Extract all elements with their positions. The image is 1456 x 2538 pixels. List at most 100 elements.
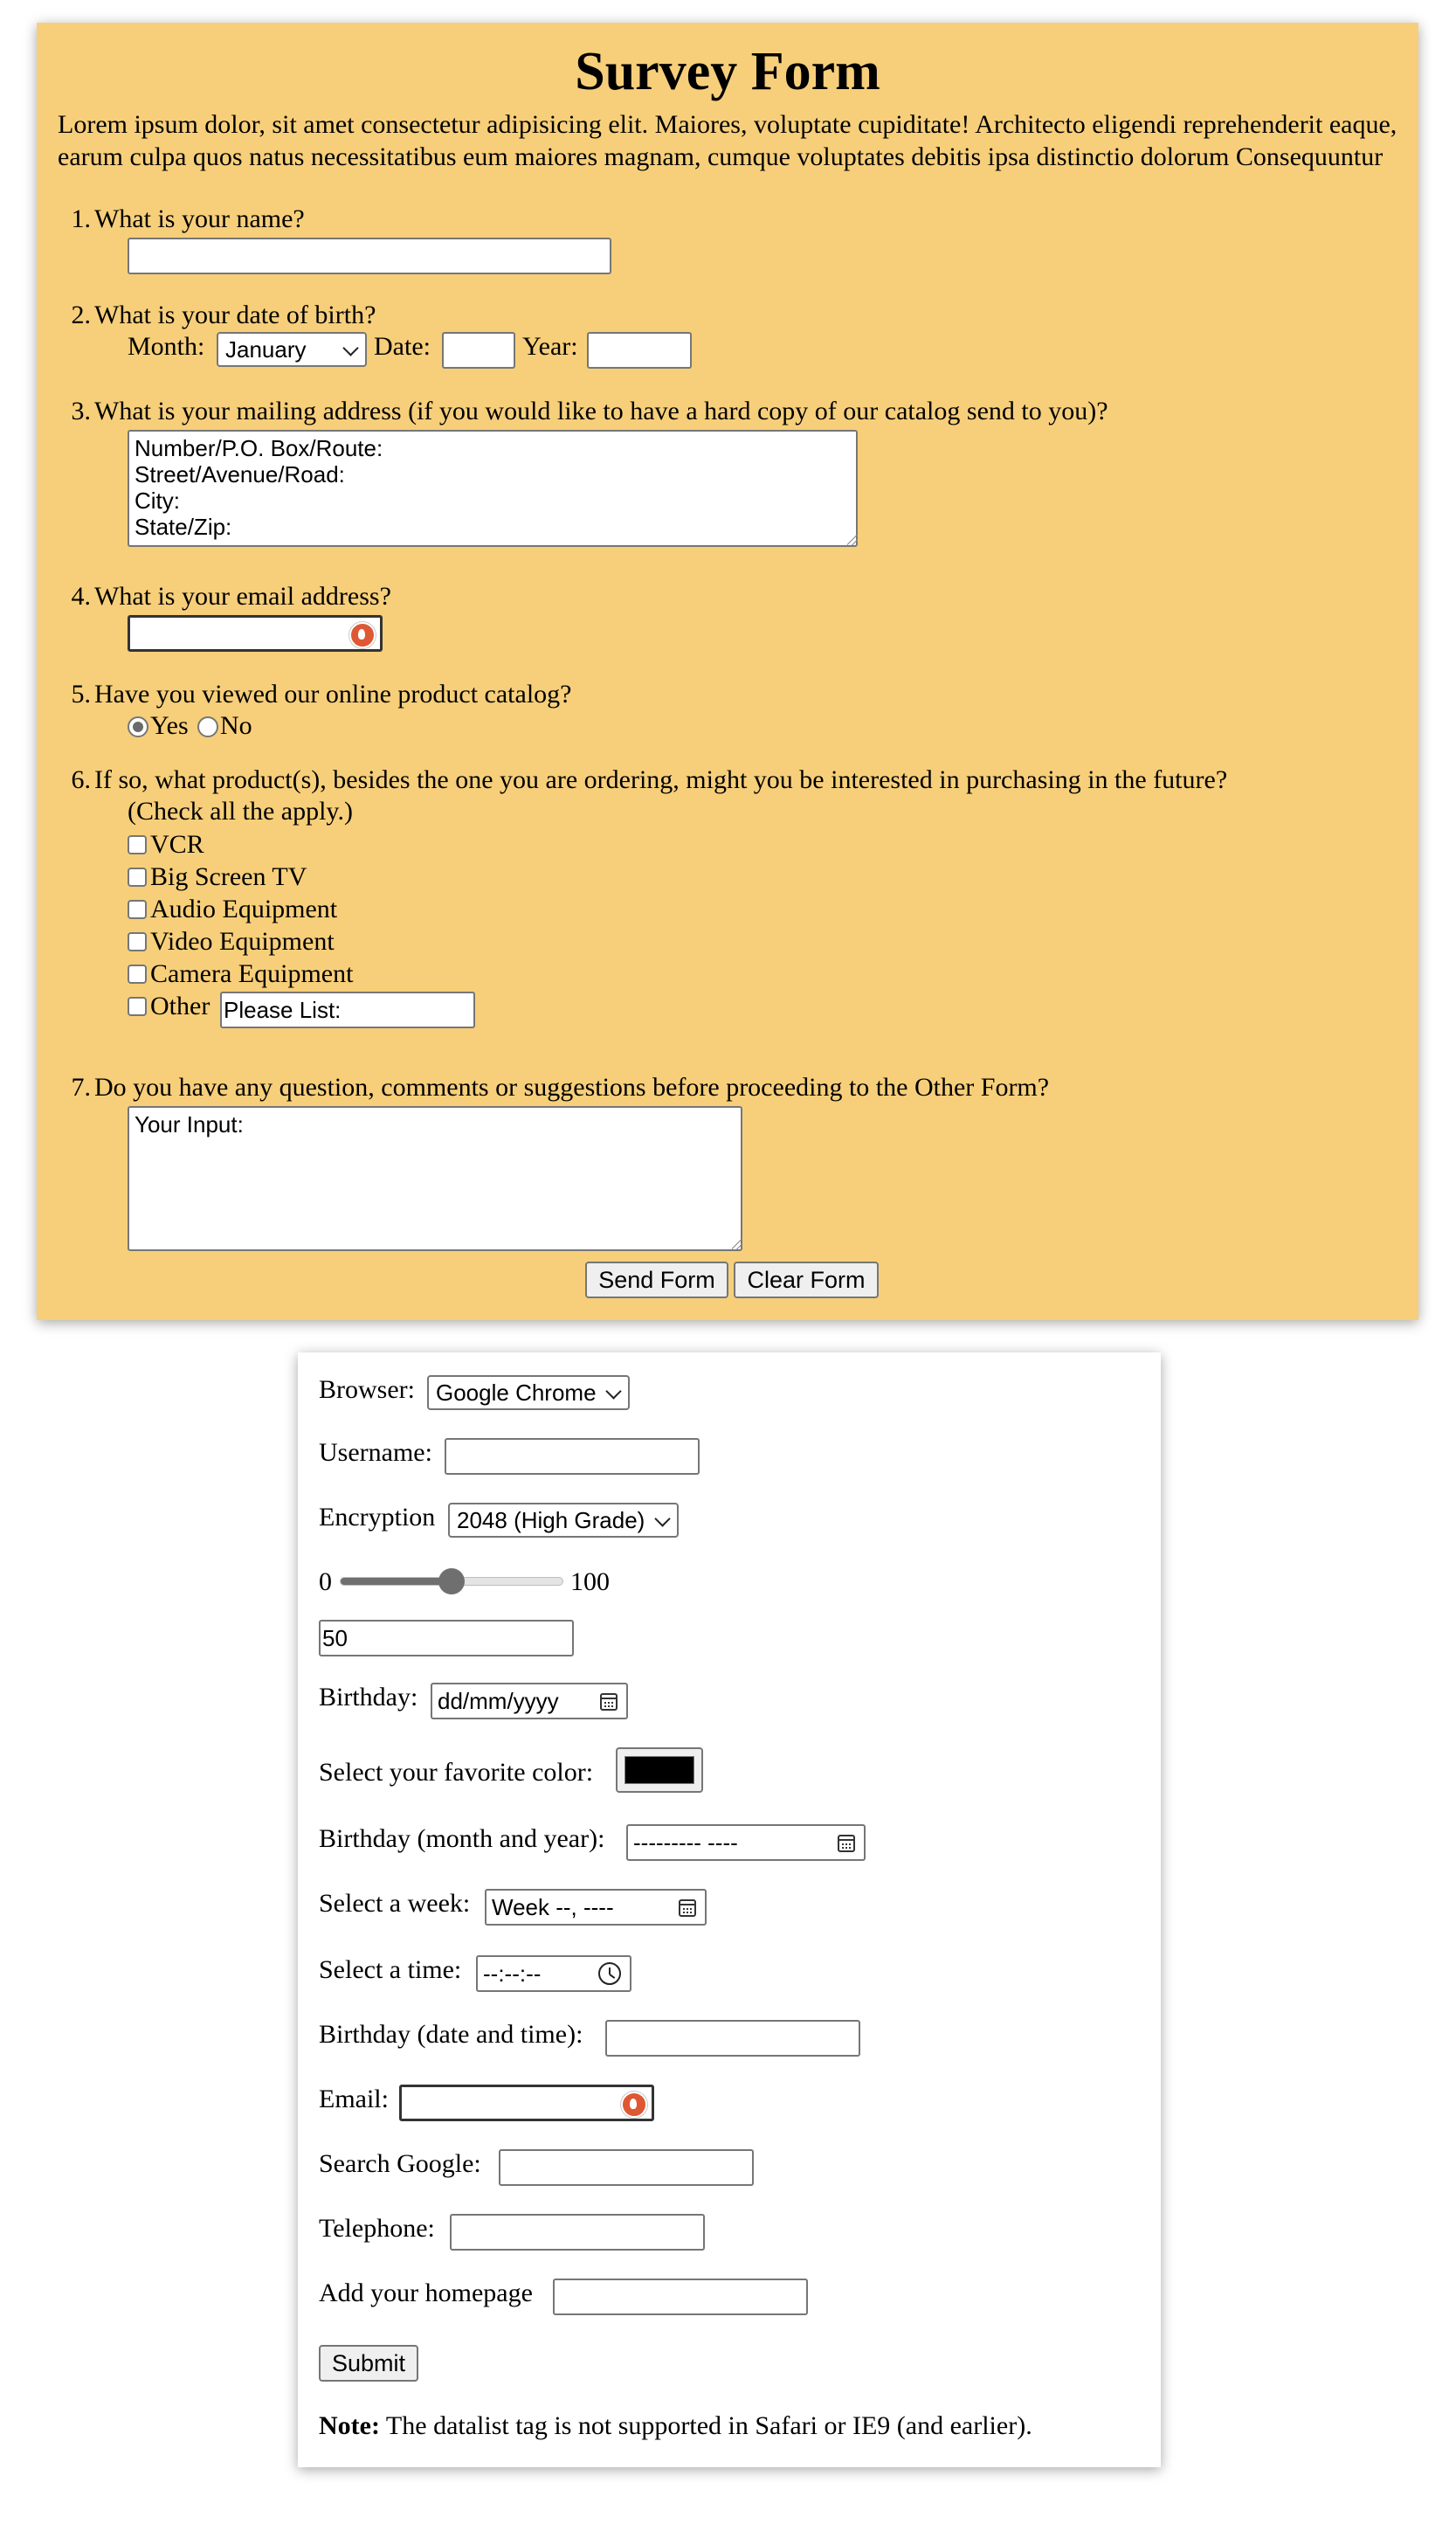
encryption-select-value: 2048 (High Grade) [457,1507,645,1533]
birthday-date-input[interactable]: dd/mm/yyyy [431,1683,628,1719]
homepage-label: Add your homepage [319,2279,533,2307]
intro-paragraph: Lorem ipsum dolor, sit amet consectetur … [58,110,1397,171]
submit-button[interactable]: Submit [319,2345,418,2382]
month-year-placeholder: --------- ---- [633,1829,738,1856]
chevron-down-icon [654,1511,671,1527]
checkbox-other-label: Other [150,992,210,1020]
datetime-label: Birthday (date and time): [319,2020,583,2049]
email-input[interactable] [399,2085,654,2121]
survey-form: Survey Form Lorem ipsum dolor, sit amet … [37,23,1418,1320]
checkbox-camera-equipment-label: Camera Equipment [150,959,354,988]
slider-thumb[interactable] [438,1568,465,1594]
time-label: Select a time: [319,1955,462,1984]
name-input[interactable] [128,238,611,274]
clock-icon[interactable] [598,1962,621,1985]
calendar-icon[interactable] [679,1899,696,1917]
time-input[interactable]: --:--:-- [476,1955,631,1992]
question-6-hint: (Check all the apply.) [128,797,353,826]
week-label: Select a week: [319,1889,471,1918]
question-4-number: 4. [71,582,92,611]
question-2-number: 2. [71,301,92,329]
checkbox-video-equipment[interactable] [128,932,147,951]
question-5-text: Have you viewed our online product catal… [94,680,572,709]
question-4: 4. What is your email address? [72,580,391,612]
month-year-label: Birthday (month and year): [319,1824,605,1853]
encryption-select[interactable]: 2048 (High Grade) [448,1503,679,1538]
duckduckgo-icon[interactable] [349,622,376,648]
color-picker[interactable] [616,1747,703,1793]
chevron-down-icon [605,1383,622,1400]
username-input[interactable] [445,1438,700,1475]
question-7-text: Do you have any question, comments or su… [94,1073,1050,1102]
checkbox-big-screen-tv[interactable] [128,868,147,887]
catalog-yes-radio[interactable] [128,716,148,737]
datalist-note: Note: The datalist tag is not supported … [319,2410,1032,2442]
calendar-icon[interactable] [838,1835,855,1852]
mailing-address-textarea[interactable]: Number/P.O. Box/Route: Street/Avenue/Roa… [128,430,858,547]
browser-select-value: Google Chrome [436,1380,597,1406]
year-input[interactable] [587,332,692,369]
week-input[interactable]: Week --, ---- [485,1889,707,1926]
note-text: The datalist tag is not supported in Saf… [379,2411,1032,2440]
question-7: 7. Do you have any question, comments or… [72,1071,1050,1103]
checkbox-camera-equipment[interactable] [128,965,147,984]
question-6-text: If so, what product(s), besides the one … [94,765,1228,794]
html5-inputs-form: Browser: Google Chrome Username: Encrypt… [298,1352,1161,2467]
color-label: Select your favorite color: [319,1758,594,1787]
calendar-icon[interactable] [600,1693,618,1711]
year-label: Year: [522,332,578,361]
checkbox-vcr-label: VCR [150,830,204,859]
question-6-number: 6. [71,765,92,794]
resize-grip-icon[interactable] [847,535,858,545]
datetime-input[interactable] [605,2020,860,2057]
chevron-down-icon [342,340,359,356]
question-7-number: 7. [71,1073,92,1102]
email-label: Email: [319,2085,389,2113]
catalog-no-label: No [220,711,252,740]
birthday-placeholder: dd/mm/yyyy [438,1688,559,1714]
homepage-input[interactable] [553,2279,808,2315]
time-placeholder: --:--:-- [483,1961,542,1987]
resize-grip-icon[interactable] [732,1239,742,1249]
birthday-label: Birthday: [319,1683,418,1712]
question-2-text: What is your date of birth? [94,301,376,329]
question-3-number: 3. [71,397,92,425]
search-label: Search Google: [319,2149,481,2178]
checkbox-big-screen-tv-label: Big Screen TV [150,862,307,891]
range-output-input[interactable] [319,1620,574,1656]
telephone-input[interactable] [450,2214,705,2251]
checkbox-audio-equipment[interactable] [128,900,147,919]
month-select-value: January [225,336,307,363]
telephone-label: Telephone: [319,2214,435,2243]
month-year-input[interactable]: --------- ---- [626,1824,866,1861]
slider-fill [341,1578,452,1585]
email-field[interactable] [128,615,383,652]
color-swatch [624,1756,694,1784]
checkbox-other[interactable] [128,997,147,1016]
question-1: 1. What is your name? [72,203,305,235]
date-input[interactable] [442,332,515,369]
other-products-input[interactable] [220,992,475,1028]
comments-textarea[interactable]: Your Input: [128,1106,742,1251]
question-6: 6. If so, what product(s), besides the o… [72,764,1228,796]
duckduckgo-icon[interactable] [621,2092,647,2118]
month-select[interactable]: January [217,332,367,367]
username-label: Username: [319,1438,432,1467]
checkbox-vcr[interactable] [128,835,147,854]
question-2: 2. What is your date of birth? [72,299,376,331]
browser-select[interactable]: Google Chrome [427,1375,630,1410]
question-5-number: 5. [71,680,92,709]
encryption-label: Encryption [319,1503,436,1532]
browser-label: Browser: [319,1375,415,1404]
search-input[interactable] [499,2149,754,2186]
question-4-text: What is your email address? [94,582,391,611]
clear-form-button[interactable]: Clear Form [734,1262,879,1298]
question-1-number: 1. [71,204,92,233]
catalog-no-radio[interactable] [197,716,218,737]
note-bold-label: Note: [319,2411,380,2440]
send-form-button[interactable]: Send Form [585,1262,728,1298]
date-label: Date: [374,332,431,361]
page-title: Survey Form [575,42,880,101]
question-1-text: What is your name? [94,204,305,233]
range-min-label: 0 [319,1567,332,1596]
